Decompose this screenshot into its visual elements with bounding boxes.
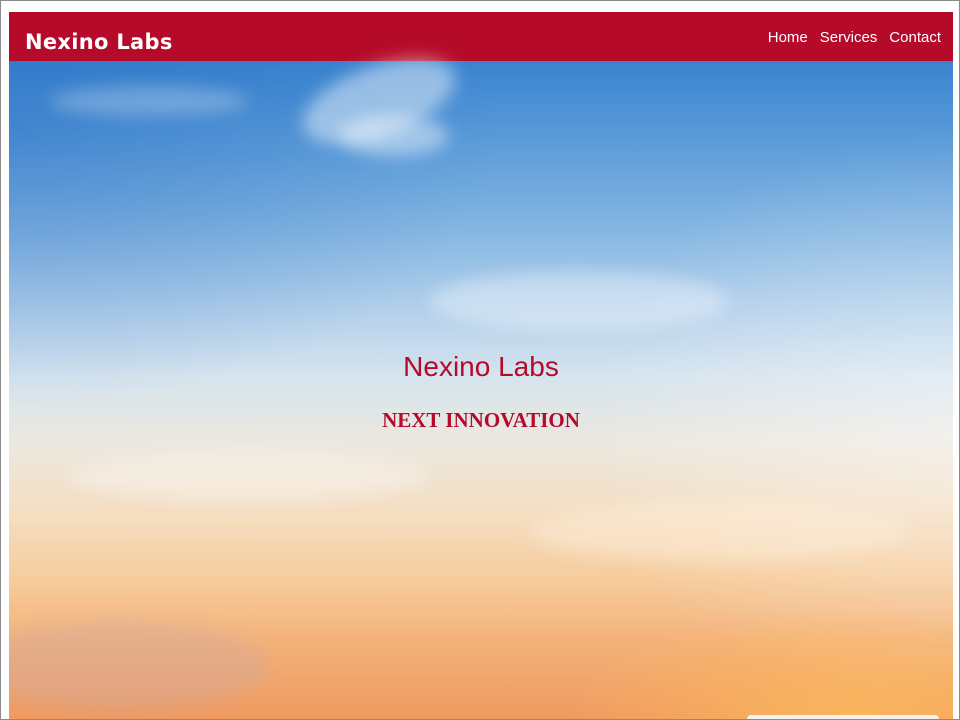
hero-section: Nexino Labs NEXT INNOVATION (9, 40, 953, 719)
hero-subtitle: NEXT INNOVATION (382, 408, 580, 432)
brand-logo-text[interactable]: Nexino Labs (25, 28, 173, 56)
browser-frame: Nexino Labs Home Services Contact Nexino… (0, 0, 960, 720)
cloud (529, 501, 909, 561)
cloud (49, 86, 249, 116)
sunset-glow (9, 61, 953, 719)
cloud (339, 116, 449, 156)
nav-link-services[interactable]: Services (820, 29, 878, 47)
website: Nexino Labs Home Services Contact Nexino… (9, 12, 953, 719)
corner-widget[interactable] (747, 715, 939, 719)
nav-link-home[interactable]: Home (768, 29, 808, 47)
cloud (69, 451, 429, 501)
hero-title: Nexino Labs (403, 351, 559, 382)
cloud (429, 271, 729, 331)
nav-link-contact[interactable]: Contact (889, 29, 941, 47)
navbar: Nexino Labs Home Services Contact (9, 12, 953, 61)
nav-links: Home Services Contact (768, 29, 941, 47)
